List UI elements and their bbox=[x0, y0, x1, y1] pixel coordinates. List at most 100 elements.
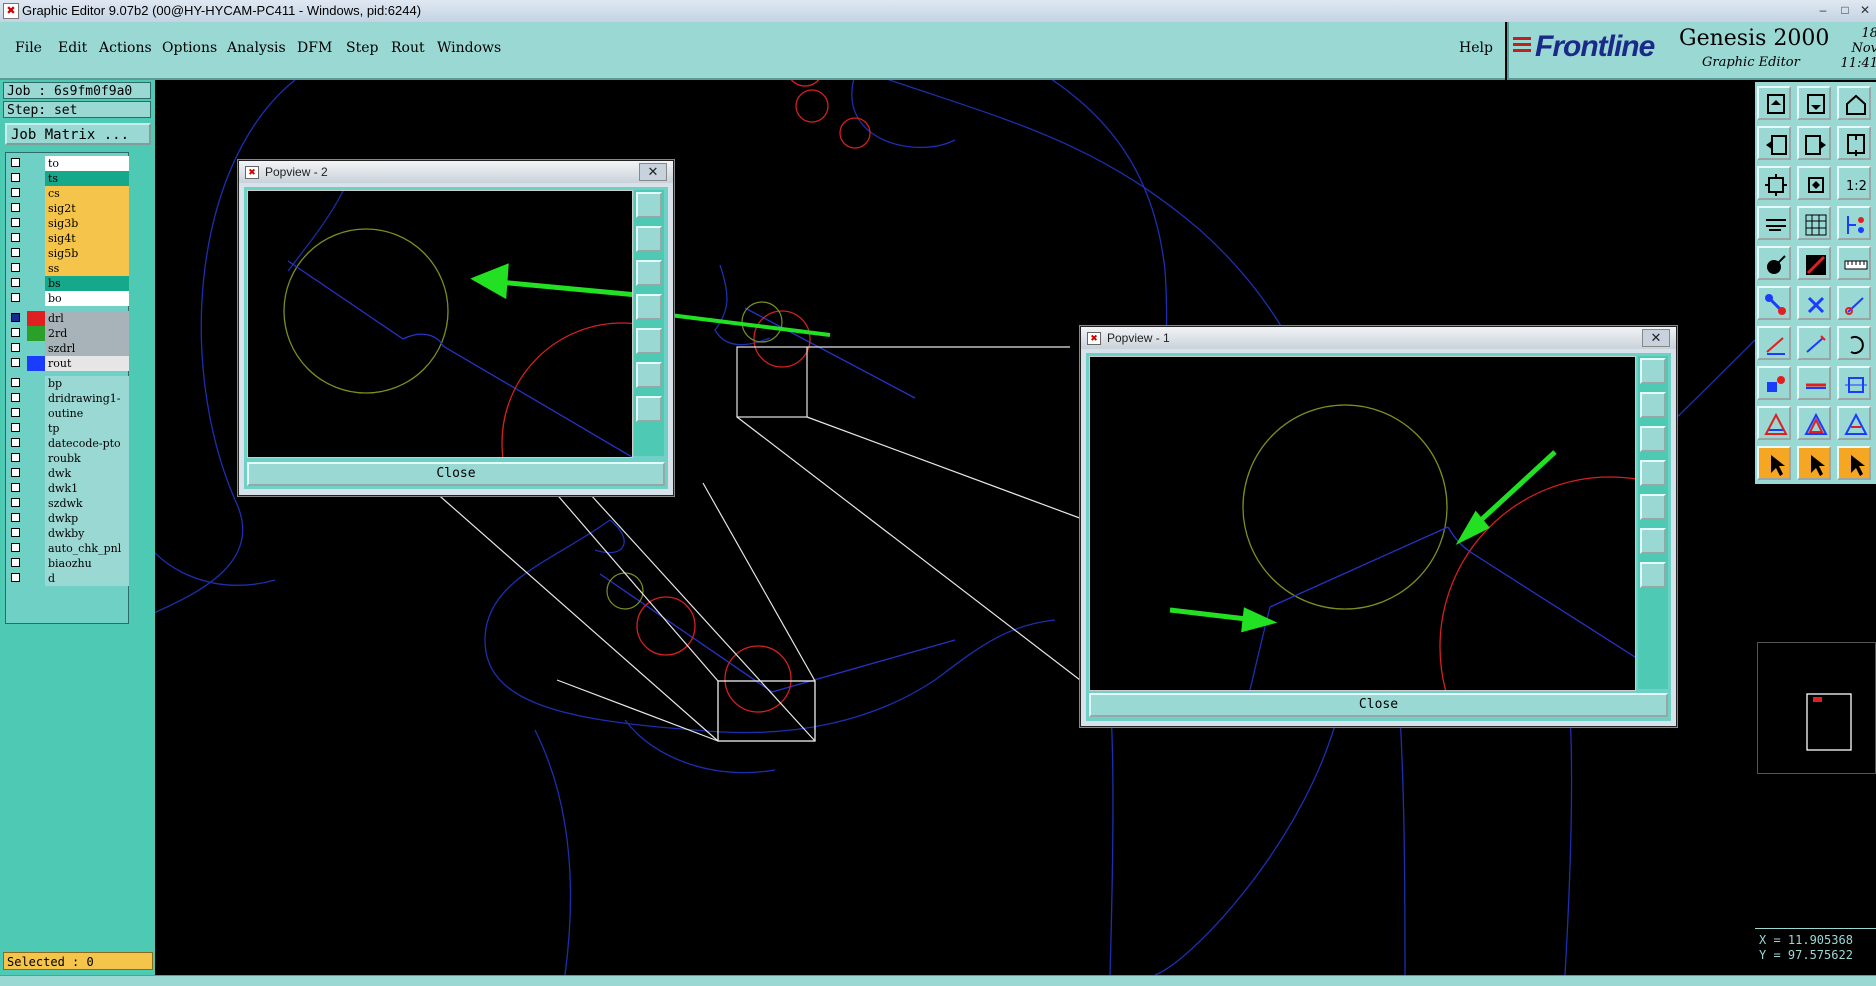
layer-row[interactable]: bs bbox=[9, 276, 129, 291]
job-matrix-button[interactable]: Job Matrix ... bbox=[5, 123, 151, 145]
fit-screen-icon[interactable] bbox=[1757, 166, 1791, 200]
surface-a-icon[interactable] bbox=[1797, 406, 1831, 440]
layer-name[interactable]: outine bbox=[45, 406, 129, 421]
layer-checkbox[interactable] bbox=[11, 328, 20, 337]
popview-2-window[interactable]: ✖ Popview - 2 ✕ Close bbox=[238, 160, 674, 496]
line-move-icon[interactable] bbox=[1797, 366, 1831, 400]
popview-2-close-icon[interactable]: ✕ bbox=[639, 163, 667, 181]
popview-2-close-button[interactable]: Close bbox=[247, 462, 665, 486]
layer-row[interactable]: sig4t bbox=[9, 231, 129, 246]
layer-row[interactable]: dwkp bbox=[9, 511, 129, 526]
layer-checkbox[interactable] bbox=[11, 378, 20, 387]
layer-name[interactable]: roubk bbox=[45, 451, 129, 466]
arc-icon[interactable] bbox=[1837, 326, 1871, 360]
layer-checkbox[interactable] bbox=[11, 233, 20, 242]
popview-right-icon[interactable] bbox=[636, 328, 662, 354]
pointer-move-icon[interactable] bbox=[1837, 446, 1871, 480]
layer-name[interactable]: to bbox=[45, 156, 129, 171]
layer-row[interactable]: szdwk bbox=[9, 496, 129, 511]
zoom-window-icon[interactable] bbox=[1837, 126, 1871, 160]
layer-name[interactable]: ss bbox=[45, 261, 129, 276]
layer-checkbox[interactable] bbox=[11, 313, 20, 322]
layer-checkbox[interactable] bbox=[11, 513, 20, 522]
layer-row[interactable]: biaozhu bbox=[9, 556, 129, 571]
grid-icon[interactable] bbox=[1797, 206, 1831, 240]
layer-checkbox[interactable] bbox=[11, 218, 20, 227]
minimize-button[interactable]: – bbox=[1812, 2, 1834, 18]
layer-row[interactable]: sig3b bbox=[9, 216, 129, 231]
popview-fit-all-icon[interactable] bbox=[636, 396, 662, 422]
layer-row[interactable]: d bbox=[9, 571, 129, 586]
zoom-back-icon[interactable] bbox=[1797, 86, 1831, 120]
popview-1-titlebar[interactable]: ✖ Popview - 1 ✕ bbox=[1081, 327, 1676, 349]
layer-name[interactable]: bo bbox=[45, 291, 129, 306]
layer-checkbox[interactable] bbox=[11, 263, 20, 272]
layer-row[interactable]: bo bbox=[9, 291, 129, 306]
menu-help[interactable]: Help bbox=[1459, 40, 1493, 56]
popview-1-window[interactable]: ✖ Popview - 1 ✕ Close bbox=[1080, 326, 1677, 727]
layer-name[interactable]: dwkby bbox=[45, 526, 129, 541]
layer-row[interactable]: sig2t bbox=[9, 201, 129, 216]
layer-name[interactable]: sig4t bbox=[45, 231, 129, 246]
popview-right-icon[interactable] bbox=[1640, 494, 1666, 520]
pad-delete-icon[interactable] bbox=[1797, 286, 1831, 320]
layer-checkbox[interactable] bbox=[11, 188, 20, 197]
close-window-button[interactable]: ✕ bbox=[1854, 2, 1876, 18]
popview-down-icon[interactable] bbox=[636, 260, 662, 286]
overview-map[interactable] bbox=[1757, 642, 1876, 774]
layer-name[interactable]: biaozhu bbox=[45, 556, 129, 571]
layer-checkbox[interactable] bbox=[11, 573, 20, 582]
layer-name[interactable]: szdwk bbox=[45, 496, 129, 511]
popview-1-close-icon[interactable]: ✕ bbox=[1642, 329, 1670, 347]
popview-zoom-icon[interactable] bbox=[636, 192, 662, 218]
layer-checkbox[interactable] bbox=[11, 543, 20, 552]
pan-right-icon[interactable] bbox=[1797, 126, 1831, 160]
layer-checkbox[interactable] bbox=[11, 528, 20, 537]
save-view-icon[interactable] bbox=[1837, 86, 1871, 120]
popview-fit-icon[interactable] bbox=[636, 362, 662, 388]
layer-checkbox[interactable] bbox=[11, 293, 20, 302]
pan-left-icon[interactable] bbox=[1757, 126, 1791, 160]
popview-down-icon[interactable] bbox=[1640, 426, 1666, 452]
popview-2-titlebar[interactable]: ✖ Popview - 2 ✕ bbox=[239, 161, 673, 183]
layer-checkbox[interactable] bbox=[11, 498, 20, 507]
surface-triangle-icon[interactable] bbox=[1757, 406, 1791, 440]
line-draw-icon[interactable] bbox=[1757, 326, 1791, 360]
fill-color-icon[interactable] bbox=[1797, 246, 1831, 280]
popview-left-icon[interactable] bbox=[636, 294, 662, 320]
layer-name[interactable]: dwk bbox=[45, 466, 129, 481]
layer-checkbox[interactable] bbox=[11, 408, 20, 417]
menu-dfm[interactable]: DFM bbox=[297, 40, 332, 56]
layer-row[interactable]: roubk bbox=[9, 451, 129, 466]
feature-select-icon[interactable] bbox=[1757, 246, 1791, 280]
layer-name[interactable]: 2rd bbox=[45, 326, 129, 341]
pointer-icon[interactable] bbox=[1757, 446, 1791, 480]
layer-name[interactable]: szdrl bbox=[45, 341, 129, 356]
layer-checkbox[interactable] bbox=[11, 343, 20, 352]
layer-row[interactable]: tp bbox=[9, 421, 129, 436]
layer-row[interactable]: dwkby bbox=[9, 526, 129, 541]
popview-fit-icon[interactable] bbox=[1640, 528, 1666, 554]
layer-row[interactable]: sig5b bbox=[9, 246, 129, 261]
layer-checkbox[interactable] bbox=[11, 158, 20, 167]
layer-row[interactable]: 2rd bbox=[9, 326, 129, 341]
layer-name[interactable]: auto_chk_pnl bbox=[45, 541, 129, 556]
layer-checkbox[interactable] bbox=[11, 423, 20, 432]
layer-checkbox[interactable] bbox=[11, 173, 20, 182]
measure-icon[interactable] bbox=[1757, 206, 1791, 240]
popview-up-icon[interactable] bbox=[1640, 392, 1666, 418]
layer-name[interactable]: datecode-pto bbox=[45, 436, 129, 451]
menu-file[interactable]: File bbox=[15, 40, 42, 56]
layer-checkbox[interactable] bbox=[11, 468, 20, 477]
layer-checkbox[interactable] bbox=[11, 203, 20, 212]
popview-left-icon[interactable] bbox=[1640, 460, 1666, 486]
menu-edit[interactable]: Edit bbox=[58, 40, 87, 56]
layer-name[interactable]: dridrawing1- bbox=[45, 391, 129, 406]
menu-windows[interactable]: Windows bbox=[437, 40, 501, 56]
layer-checkbox[interactable] bbox=[11, 248, 20, 257]
layer-name[interactable]: ts bbox=[45, 171, 129, 186]
pad-add-icon[interactable] bbox=[1757, 286, 1791, 320]
popview-zoom-icon[interactable] bbox=[1640, 358, 1666, 384]
layer-row[interactable]: drl bbox=[9, 311, 129, 326]
pointer-orange-icon[interactable] bbox=[1797, 446, 1831, 480]
